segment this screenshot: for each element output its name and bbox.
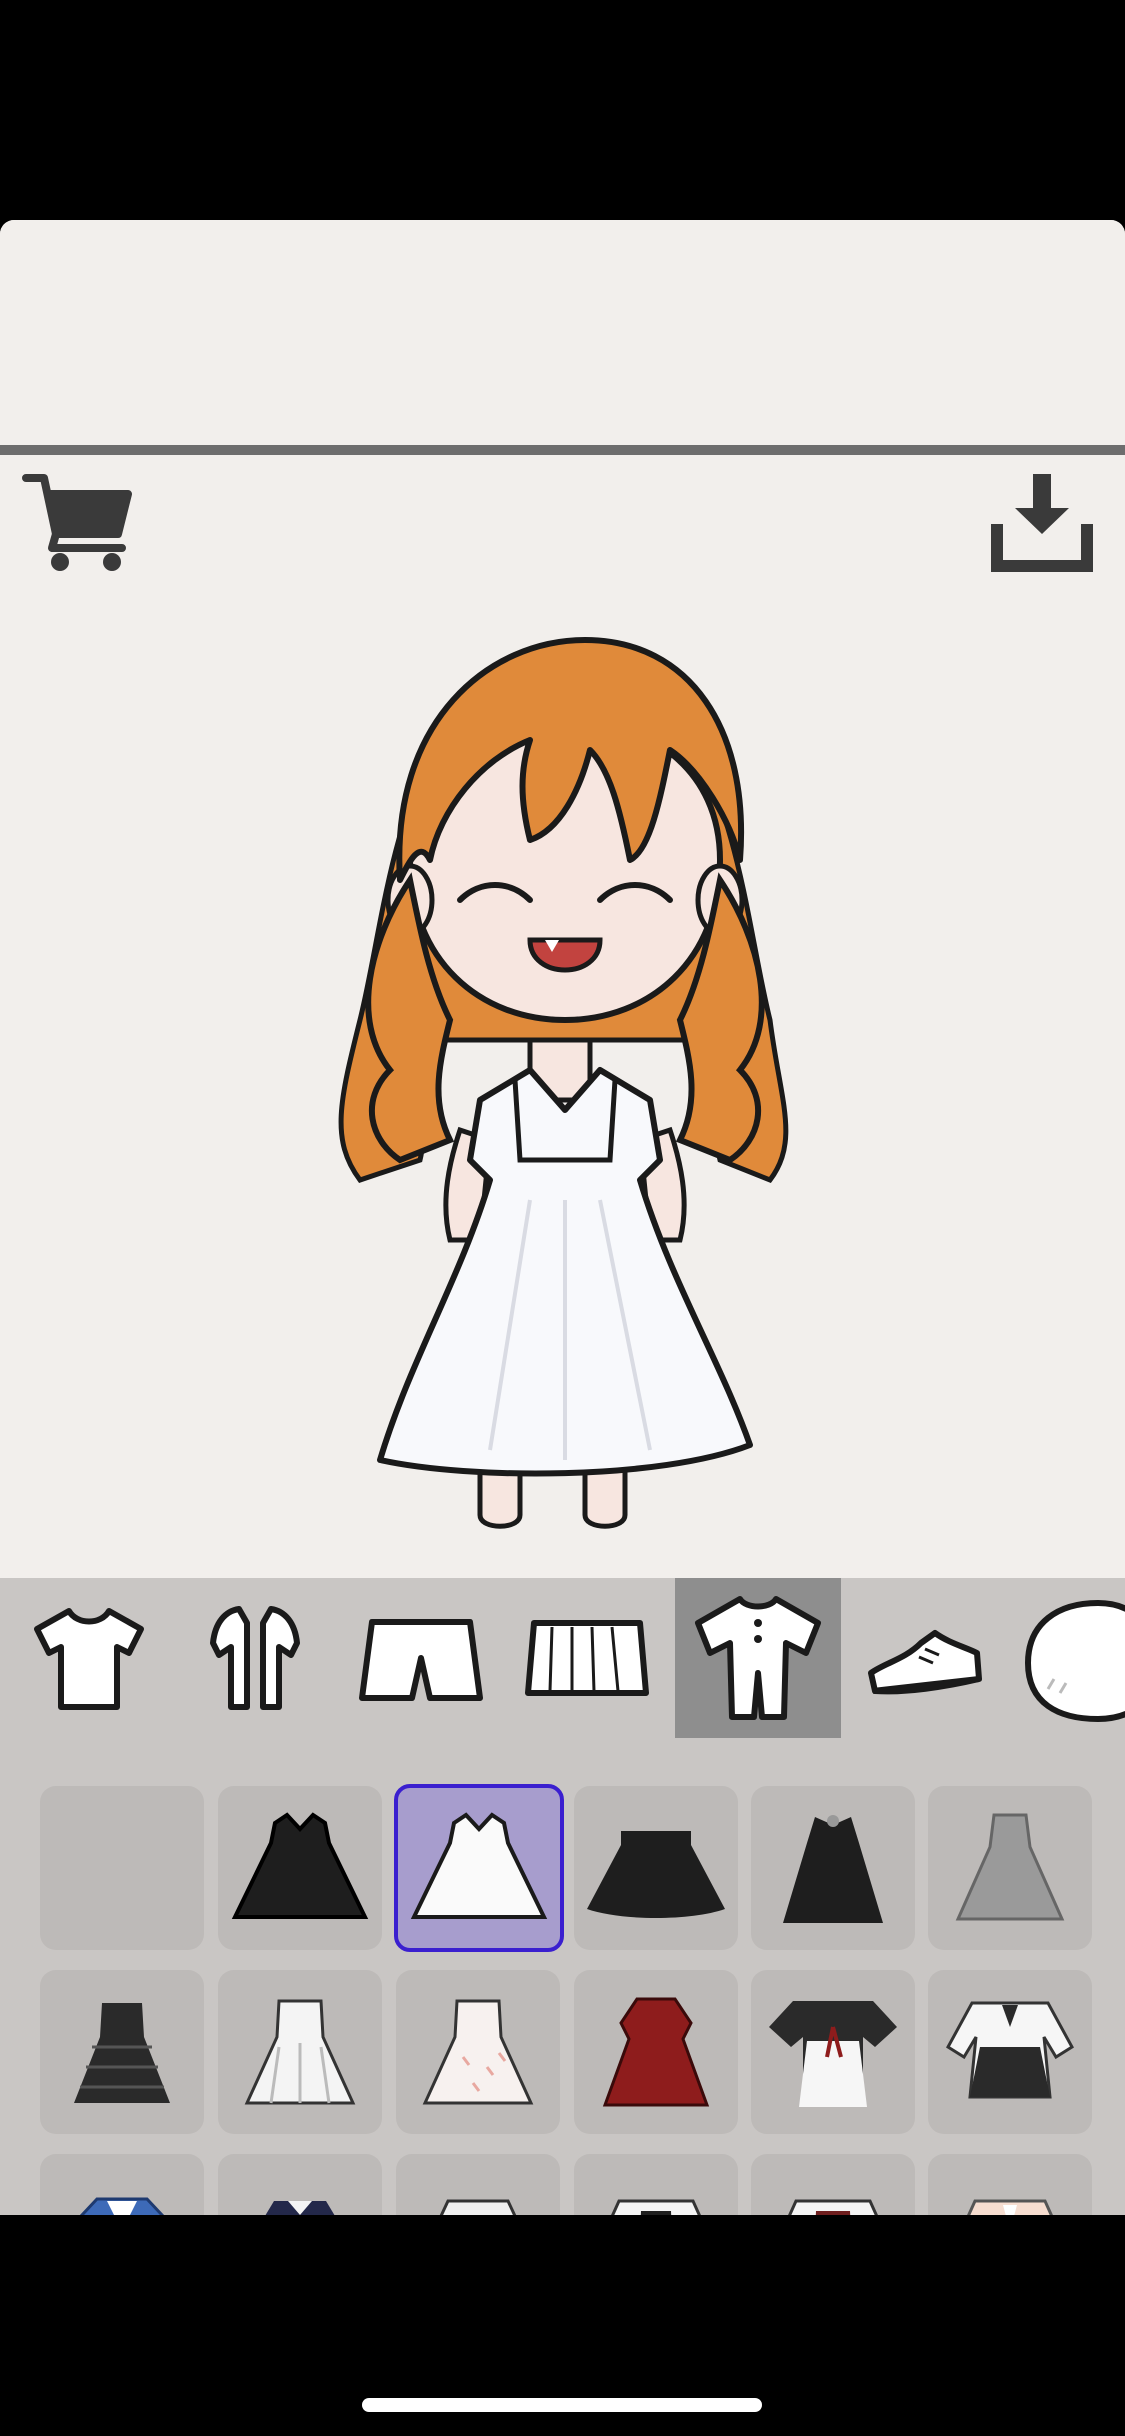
item-grid [0, 1738, 1125, 2215]
home-indicator [362, 2398, 762, 2412]
black-white-thumb [946, 2001, 1074, 2099]
divider [0, 445, 1125, 455]
category-bar [0, 1578, 1125, 1738]
white-pattern-thumb [244, 1999, 356, 2105]
black-pinafore-thumb [74, 2003, 170, 2103]
onepiece-icon [695, 1596, 821, 1720]
maroon-dress-thumb [788, 2199, 878, 2215]
jacket-icon [210, 1606, 300, 1710]
hanbok-thumb [769, 2001, 897, 2107]
top-banner [0, 220, 1125, 445]
black-long-thumb [783, 1815, 883, 1923]
shoe-icon [868, 1630, 982, 1695]
item-gray-dress[interactable] [928, 1786, 1092, 1950]
item-white-pattern-dress[interactable] [218, 1970, 382, 2134]
blue-kimono-thumb [79, 2197, 165, 2215]
peach-dress-thumb [967, 2199, 1053, 2215]
item-empty-slot[interactable] [40, 1786, 204, 1950]
cart-button[interactable] [22, 468, 142, 578]
dressup-screen [0, 220, 1125, 2215]
item-white-feather-dress[interactable] [396, 1970, 560, 2134]
tab-tshirt[interactable] [6, 1578, 172, 1738]
tab-head[interactable] [1008, 1578, 1125, 1738]
item-navy-dress[interactable] [218, 2154, 382, 2215]
item-red-dress[interactable] [574, 1970, 738, 2134]
item-hanbok-dress[interactable] [751, 1970, 915, 2134]
tab-shorts[interactable] [338, 1578, 504, 1738]
item-peach-dress[interactable] [928, 2154, 1092, 2215]
item-black-dress[interactable] [218, 1786, 382, 1950]
tab-shoes[interactable] [842, 1578, 1008, 1738]
skirt-icon [525, 1620, 649, 1696]
download-button[interactable] [987, 468, 1097, 578]
item-black-long-dress[interactable] [751, 1786, 915, 1950]
shorts-icon [359, 1619, 483, 1701]
black-cardigan-thumb [611, 2199, 701, 2215]
head-icon [1024, 1599, 1125, 1723]
item-maroon-dress[interactable] [751, 2154, 915, 2215]
gray-collar-thumb [439, 2199, 517, 2215]
tab-onepiece[interactable] [675, 1578, 841, 1738]
character-avatar [338, 637, 789, 1529]
item-black-flared-dress[interactable] [574, 1786, 738, 1950]
gray-dress-thumb [955, 1813, 1065, 1921]
cart-icon [22, 474, 132, 571]
white-feather-thumb [422, 1999, 534, 2105]
item-black-pinafore-dress[interactable] [40, 1970, 204, 2134]
tshirt-icon [34, 1608, 144, 1710]
item-black-white-dress[interactable] [928, 1970, 1092, 2134]
black-dress-thumb [231, 1812, 369, 1919]
navy-dress-thumb [265, 2201, 335, 2215]
item-gray-collar-dress[interactable] [396, 2154, 560, 2215]
item-black-cardigan-dress[interactable] [574, 2154, 738, 2215]
tab-skirt[interactable] [504, 1578, 670, 1738]
item-blue-kimono[interactable] [40, 2154, 204, 2215]
download-icon [991, 474, 1093, 572]
white-dress-thumb [410, 1812, 548, 1919]
item-white-dress[interactable] [394, 1784, 564, 1952]
red-dress-thumb [602, 1997, 710, 2107]
black-flared-thumb [587, 1831, 725, 1918]
tab-jacket[interactable] [172, 1578, 338, 1738]
